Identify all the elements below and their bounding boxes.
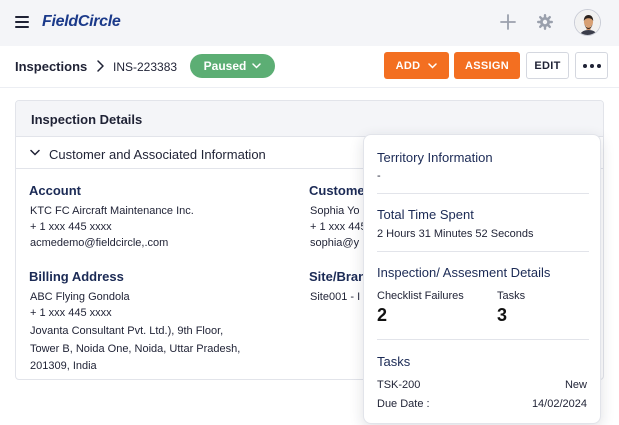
customer-email[interactable]: sophia@y bbox=[310, 237, 359, 249]
add-label: ADD bbox=[395, 59, 421, 72]
checklist-failures-label: Checklist Failures bbox=[377, 290, 464, 302]
due-date-label: Due Date : bbox=[377, 398, 430, 410]
checklist-failures-value: 2 bbox=[377, 305, 388, 325]
inspection-id: INS-223383 bbox=[113, 60, 178, 74]
chevron-down-icon bbox=[428, 62, 438, 69]
account-label: Account bbox=[29, 183, 81, 198]
account-phone: + 1 xxx 445 xxxx bbox=[30, 221, 112, 233]
assign-button[interactable]: ASSIGN bbox=[454, 52, 520, 79]
chevron-down-icon bbox=[30, 149, 40, 156]
site-value[interactable]: Site001 - I bbox=[310, 291, 360, 303]
site-label: Site/Bran bbox=[309, 269, 367, 284]
panel-header: Inspection Details bbox=[16, 101, 603, 137]
plus-icon[interactable] bbox=[500, 14, 516, 30]
panel-title: Inspection Details bbox=[31, 112, 143, 127]
customer-name[interactable]: Sophia Yo bbox=[310, 205, 360, 217]
customer-phone: + 1 xxx 445 bbox=[310, 221, 367, 233]
time-value: 2 Hours 31 Minutes 52 Seconds bbox=[377, 228, 534, 240]
due-date-value: 14/02/2024 bbox=[531, 398, 587, 410]
avatar[interactable] bbox=[574, 9, 601, 36]
status-dropdown[interactable]: Paused bbox=[190, 54, 275, 78]
gear-icon[interactable] bbox=[537, 14, 553, 30]
account-name[interactable]: KTC FC Aircraft Maintenance Inc. bbox=[30, 205, 194, 217]
divider bbox=[377, 339, 589, 340]
billing-label: Billing Address bbox=[29, 269, 124, 284]
chevron-right-icon bbox=[97, 60, 104, 72]
more-icon[interactable] bbox=[575, 52, 608, 79]
divider bbox=[377, 193, 589, 194]
time-title: Total Time Spent bbox=[377, 207, 474, 222]
task-status: New bbox=[564, 379, 587, 391]
breadcrumb-inspections[interactable]: Inspections bbox=[15, 59, 87, 74]
billing-line: 201309, India bbox=[30, 360, 97, 372]
assessment-title: Inspection/ Assesment Details bbox=[377, 265, 551, 280]
territory-value: - bbox=[377, 170, 381, 182]
billing-line: + 1 xxx 445 xxxx bbox=[30, 307, 112, 319]
territory-title: Territory Information bbox=[377, 150, 493, 165]
page-header: Inspections INS-223383 Paused ADD ASSIGN… bbox=[0, 46, 619, 88]
account-email[interactable]: acmedemo@fieldcircle,.com bbox=[30, 237, 168, 249]
chevron-down-icon bbox=[252, 63, 262, 69]
billing-line: ABC Flying Gondola bbox=[30, 291, 130, 303]
app-logo[interactable]: FieldCircle bbox=[42, 13, 121, 31]
task-id[interactable]: TSK-200 bbox=[377, 379, 420, 391]
tasks-title: Tasks bbox=[377, 354, 411, 369]
billing-line: Jovanta Consultant Pvt. Ltd.), 9th Floor… bbox=[30, 325, 224, 337]
edit-button[interactable]: EDIT bbox=[526, 52, 569, 79]
divider bbox=[377, 251, 589, 252]
tasks-count-label: Tasks bbox=[497, 290, 526, 302]
status-label: Paused bbox=[203, 59, 247, 73]
tasks-count-value: 3 bbox=[497, 305, 508, 325]
section-title: Customer and Associated Information bbox=[49, 147, 266, 162]
customer-label: Custome bbox=[309, 183, 365, 198]
billing-line: Tower B, Noida One, Noida, Uttar Pradesh… bbox=[30, 343, 241, 355]
top-navbar: FieldCircle bbox=[0, 0, 619, 46]
menu-icon[interactable] bbox=[15, 16, 29, 28]
add-button[interactable]: ADD bbox=[384, 52, 449, 79]
inspection-summary-popover: Territory Information - Total Time Spent… bbox=[363, 134, 601, 424]
